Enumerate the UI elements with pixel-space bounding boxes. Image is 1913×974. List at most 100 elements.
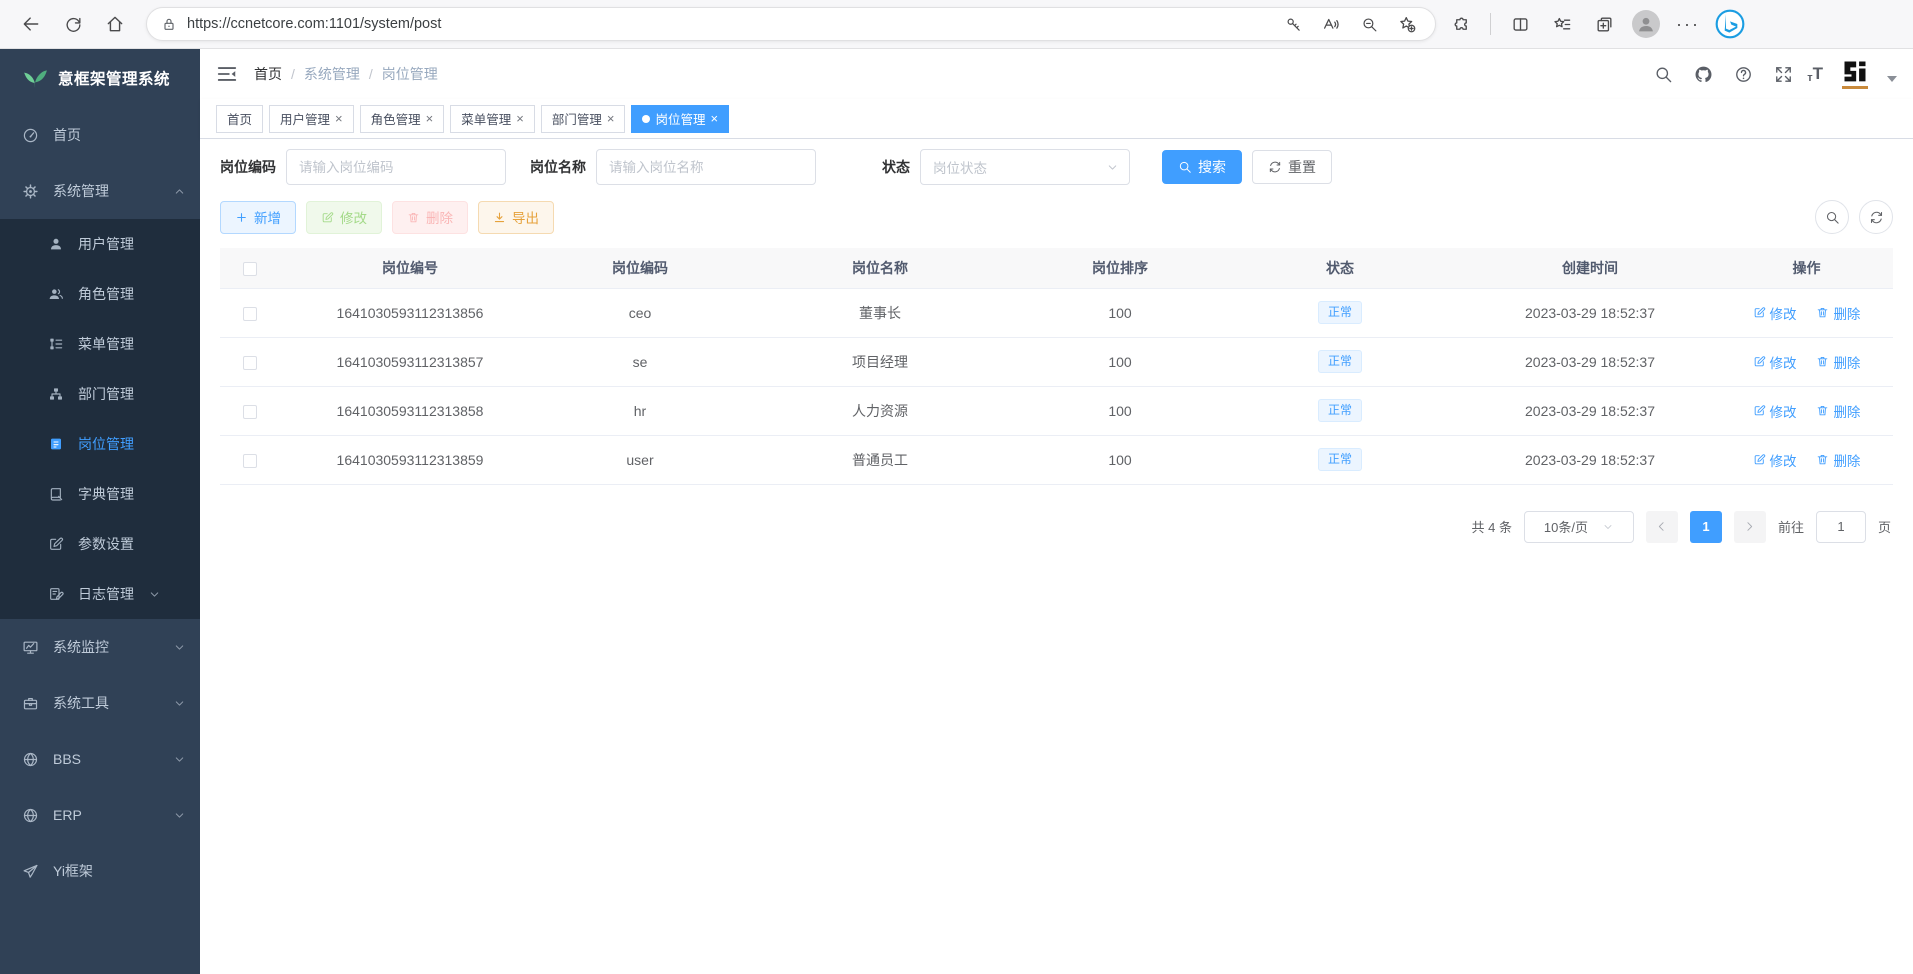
breadcrumb: 首页 / 系统管理 / 岗位管理 xyxy=(254,64,438,84)
sidebar-item-post-mgmt[interactable]: 岗位管理 xyxy=(0,419,200,469)
post-table: 岗位编号 岗位编码 岗位名称 岗位排序 状态 创建时间 操作 164103059… xyxy=(220,248,1893,485)
post-name-input[interactable] xyxy=(596,149,816,185)
cell-post-code: user xyxy=(540,435,740,484)
sidebar-item-yi-framework[interactable]: Yi框架 xyxy=(0,843,200,899)
sidebar-item-log-mgmt[interactable]: 日志管理 xyxy=(0,569,200,619)
bing-chat-icon[interactable] xyxy=(1713,7,1747,41)
address-bar[interactable]: https://ccnetcore.com:1101/system/post xyxy=(146,7,1436,41)
close-icon[interactable]: × xyxy=(516,112,524,125)
edit-button[interactable]: 修改 xyxy=(306,201,382,234)
github-icon[interactable] xyxy=(1687,58,1719,90)
caret-down-icon[interactable] xyxy=(1887,76,1897,82)
more-icon[interactable]: ··· xyxy=(1671,7,1705,41)
sidebar-item-erp[interactable]: ERP xyxy=(0,787,200,843)
add-favorite-icon[interactable] xyxy=(1393,10,1421,38)
refresh-table-button[interactable] xyxy=(1859,200,1893,234)
extensions-icon[interactable] xyxy=(1444,7,1478,41)
select-all-checkbox[interactable] xyxy=(243,262,257,276)
search-button[interactable]: 搜索 xyxy=(1162,150,1242,184)
row-delete-link[interactable]: 删除 xyxy=(1816,401,1860,421)
row-edit-link[interactable]: 修改 xyxy=(1753,352,1797,372)
sidebar-item-user-mgmt[interactable]: 用户管理 xyxy=(0,219,200,269)
home-icon[interactable] xyxy=(98,7,132,41)
close-icon[interactable]: × xyxy=(426,112,434,125)
refresh-icon[interactable] xyxy=(56,7,90,41)
export-button[interactable]: 导出 xyxy=(478,201,554,234)
row-checkbox[interactable] xyxy=(243,454,257,468)
row-edit-link[interactable]: 修改 xyxy=(1753,401,1797,421)
show-search-button[interactable] xyxy=(1815,200,1849,234)
status-badge: 正常 xyxy=(1318,350,1362,374)
read-aloud-icon[interactable] xyxy=(1317,10,1345,38)
row-delete-link[interactable]: 删除 xyxy=(1816,303,1860,323)
favorites-bar-icon[interactable] xyxy=(1545,7,1579,41)
next-page-button[interactable] xyxy=(1734,511,1766,543)
sidebar-item-system-tools[interactable]: 系统工具 xyxy=(0,675,200,731)
table-row: 1641030593112313856 ceo 董事长 100 正常 2023-… xyxy=(220,288,1893,337)
users-icon xyxy=(48,286,64,302)
split-screen-icon[interactable] xyxy=(1503,7,1537,41)
search-icon[interactable] xyxy=(1647,58,1679,90)
sidebar-item-system-monitor[interactable]: 系统监控 xyxy=(0,619,200,675)
sidebar-item-bbs[interactable]: BBS xyxy=(0,731,200,787)
add-button[interactable]: 新增 xyxy=(220,201,296,234)
hamburger-icon[interactable] xyxy=(216,63,238,85)
fullscreen-icon[interactable] xyxy=(1767,58,1799,90)
row-edit-link[interactable]: 修改 xyxy=(1753,450,1797,470)
tab-home[interactable]: 首页 xyxy=(216,105,263,133)
gear-icon xyxy=(22,183,39,200)
col-header-id: 岗位编号 xyxy=(280,248,540,288)
post-badge-icon xyxy=(48,436,64,452)
tab-role-mgmt[interactable]: 角色管理× xyxy=(360,105,445,133)
prev-page-button[interactable] xyxy=(1646,511,1678,543)
sidebar-item-role-mgmt[interactable]: 角色管理 xyxy=(0,269,200,319)
yi-avatar-logo[interactable] xyxy=(1839,58,1871,90)
app-logo: 意框架管理系统 xyxy=(0,49,200,107)
goto-page-input[interactable] xyxy=(1816,511,1866,543)
tab-post-mgmt[interactable]: 岗位管理× xyxy=(631,105,729,133)
sidebar-item-dict-mgmt[interactable]: 字典管理 xyxy=(0,469,200,519)
sidebar-item-system-mgmt[interactable]: 系统管理 xyxy=(0,163,200,219)
row-checkbox[interactable] xyxy=(243,405,257,419)
status-select[interactable]: 岗位状态 xyxy=(920,149,1130,185)
table-header-row: 岗位编号 岗位编码 岗位名称 岗位排序 状态 创建时间 操作 xyxy=(220,248,1893,288)
row-edit-link[interactable]: 修改 xyxy=(1753,303,1797,323)
close-icon[interactable]: × xyxy=(710,112,718,125)
font-size-icon[interactable]: тT xyxy=(1807,64,1823,84)
page-size-select[interactable]: 10条/页 xyxy=(1524,511,1634,543)
row-checkbox[interactable] xyxy=(243,307,257,321)
sidebar-item-home[interactable]: 首页 xyxy=(0,107,200,163)
zoom-out-icon[interactable] xyxy=(1355,10,1383,38)
sidebar-item-dept-mgmt[interactable]: 部门管理 xyxy=(0,369,200,419)
collections-icon[interactable] xyxy=(1587,7,1621,41)
profile-icon[interactable] xyxy=(1629,7,1663,41)
sidebar-item-menu-mgmt[interactable]: 菜单管理 xyxy=(0,319,200,369)
close-icon[interactable]: × xyxy=(335,112,343,125)
breadcrumb-home[interactable]: 首页 xyxy=(254,64,282,84)
url-text[interactable]: https://ccnetcore.com:1101/system/post xyxy=(187,16,1269,32)
trash-icon xyxy=(407,211,420,224)
page-number-1[interactable]: 1 xyxy=(1690,511,1722,543)
status-badge: 正常 xyxy=(1318,399,1362,423)
download-icon xyxy=(493,211,506,224)
sidebar-item-param-settings[interactable]: 参数设置 xyxy=(0,519,200,569)
chevron-down-icon xyxy=(148,588,161,601)
key-icon[interactable] xyxy=(1279,10,1307,38)
monitor-icon xyxy=(22,639,39,656)
tab-dept-mgmt[interactable]: 部门管理× xyxy=(541,105,626,133)
help-icon[interactable] xyxy=(1727,58,1759,90)
tab-menu-mgmt[interactable]: 菜单管理× xyxy=(450,105,535,133)
close-icon[interactable]: × xyxy=(607,112,615,125)
back-icon[interactable] xyxy=(14,7,48,41)
cell-post-name: 普通员工 xyxy=(740,435,1020,484)
row-checkbox[interactable] xyxy=(243,356,257,370)
reset-button[interactable]: 重置 xyxy=(1252,150,1332,184)
row-delete-link[interactable]: 删除 xyxy=(1816,352,1860,372)
post-code-input[interactable] xyxy=(286,149,506,185)
delete-button[interactable]: 删除 xyxy=(392,201,468,234)
tab-user-mgmt[interactable]: 用户管理× xyxy=(269,105,354,133)
lock-icon[interactable] xyxy=(161,16,177,32)
row-delete-link[interactable]: 删除 xyxy=(1816,450,1860,470)
breadcrumb-post: 岗位管理 xyxy=(382,64,438,84)
filter-form: 岗位编码 岗位名称 状态 岗位状态 搜索 重置 xyxy=(220,149,1893,185)
